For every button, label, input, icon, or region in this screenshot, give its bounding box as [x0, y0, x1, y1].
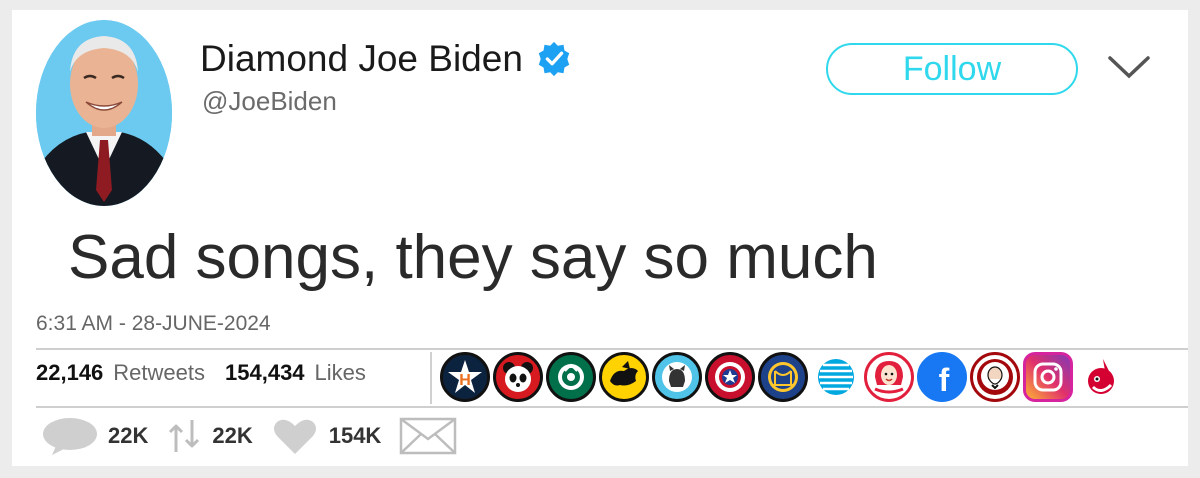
envelope-icon [400, 417, 457, 455]
wendys-logo-icon[interactable] [864, 352, 914, 402]
svg-text:H: H [459, 372, 471, 389]
tweet-timestamp[interactable]: 6:31 AM - 28-JUNE-2024 [36, 312, 271, 336]
direct-message-button[interactable] [399, 417, 457, 455]
stats-separator [430, 352, 432, 404]
facebook-logo-icon[interactable]: f [917, 352, 967, 402]
like-count: 154K [328, 423, 382, 448]
retweet-button[interactable]: 22K [166, 414, 260, 458]
tweet-stats: 22,146 Retweets 154,434 Likes [36, 360, 376, 386]
likes-count[interactable]: 154,434 [225, 360, 305, 386]
verified-badge-icon [538, 41, 570, 77]
liker-avatars: H f [440, 352, 1126, 402]
reply-button[interactable]: 22K [42, 416, 156, 456]
panda-logo-icon[interactable] [493, 352, 543, 402]
display-name-text: Diamond Joe Biden [200, 38, 523, 79]
tweet-card: Diamond Joe Biden @JoeBiden Follow Sad s… [12, 10, 1188, 466]
user-handle[interactable]: @JoeBiden [202, 86, 337, 117]
retweet-count: 22K [212, 423, 253, 448]
chief-wahoo-logo-icon[interactable] [1076, 352, 1126, 402]
kfc-logo-icon[interactable] [970, 352, 1020, 402]
chevron-down-icon[interactable] [1106, 52, 1152, 82]
avatar[interactable] [36, 20, 172, 206]
reply-bubble-icon [43, 418, 97, 455]
instagram-logo-icon[interactable] [1023, 352, 1073, 402]
retweets-label[interactable]: Retweets [113, 360, 205, 386]
github-octocat-icon[interactable] [652, 352, 702, 402]
retweets-count[interactable]: 22,146 [36, 360, 103, 386]
att-globe-logo-icon[interactable] [811, 352, 861, 402]
captain-america-shield-icon[interactable] [705, 352, 755, 402]
divider [36, 348, 1188, 350]
divider [36, 406, 1188, 408]
tweet-actions: 22K 22K 154K [42, 414, 457, 458]
retweet-icon [169, 420, 200, 452]
reply-count: 22K [108, 423, 149, 448]
astros-logo-icon[interactable]: H [440, 352, 490, 402]
heart-icon [273, 419, 316, 454]
display-name[interactable]: Diamond Joe Biden [200, 38, 573, 80]
svg-text:f: f [939, 362, 950, 398]
avatar-portrait [36, 20, 172, 206]
golden-state-warriors-logo-icon[interactable] [758, 352, 808, 402]
tweet-text: Sad songs, they say so much [68, 223, 878, 292]
buffalo-wild-wings-logo-icon[interactable] [599, 352, 649, 402]
follow-button[interactable]: Follow [826, 43, 1078, 95]
starbucks-logo-icon[interactable] [546, 352, 596, 402]
like-button[interactable]: 154K [271, 416, 390, 456]
likes-label[interactable]: Likes [315, 360, 366, 386]
